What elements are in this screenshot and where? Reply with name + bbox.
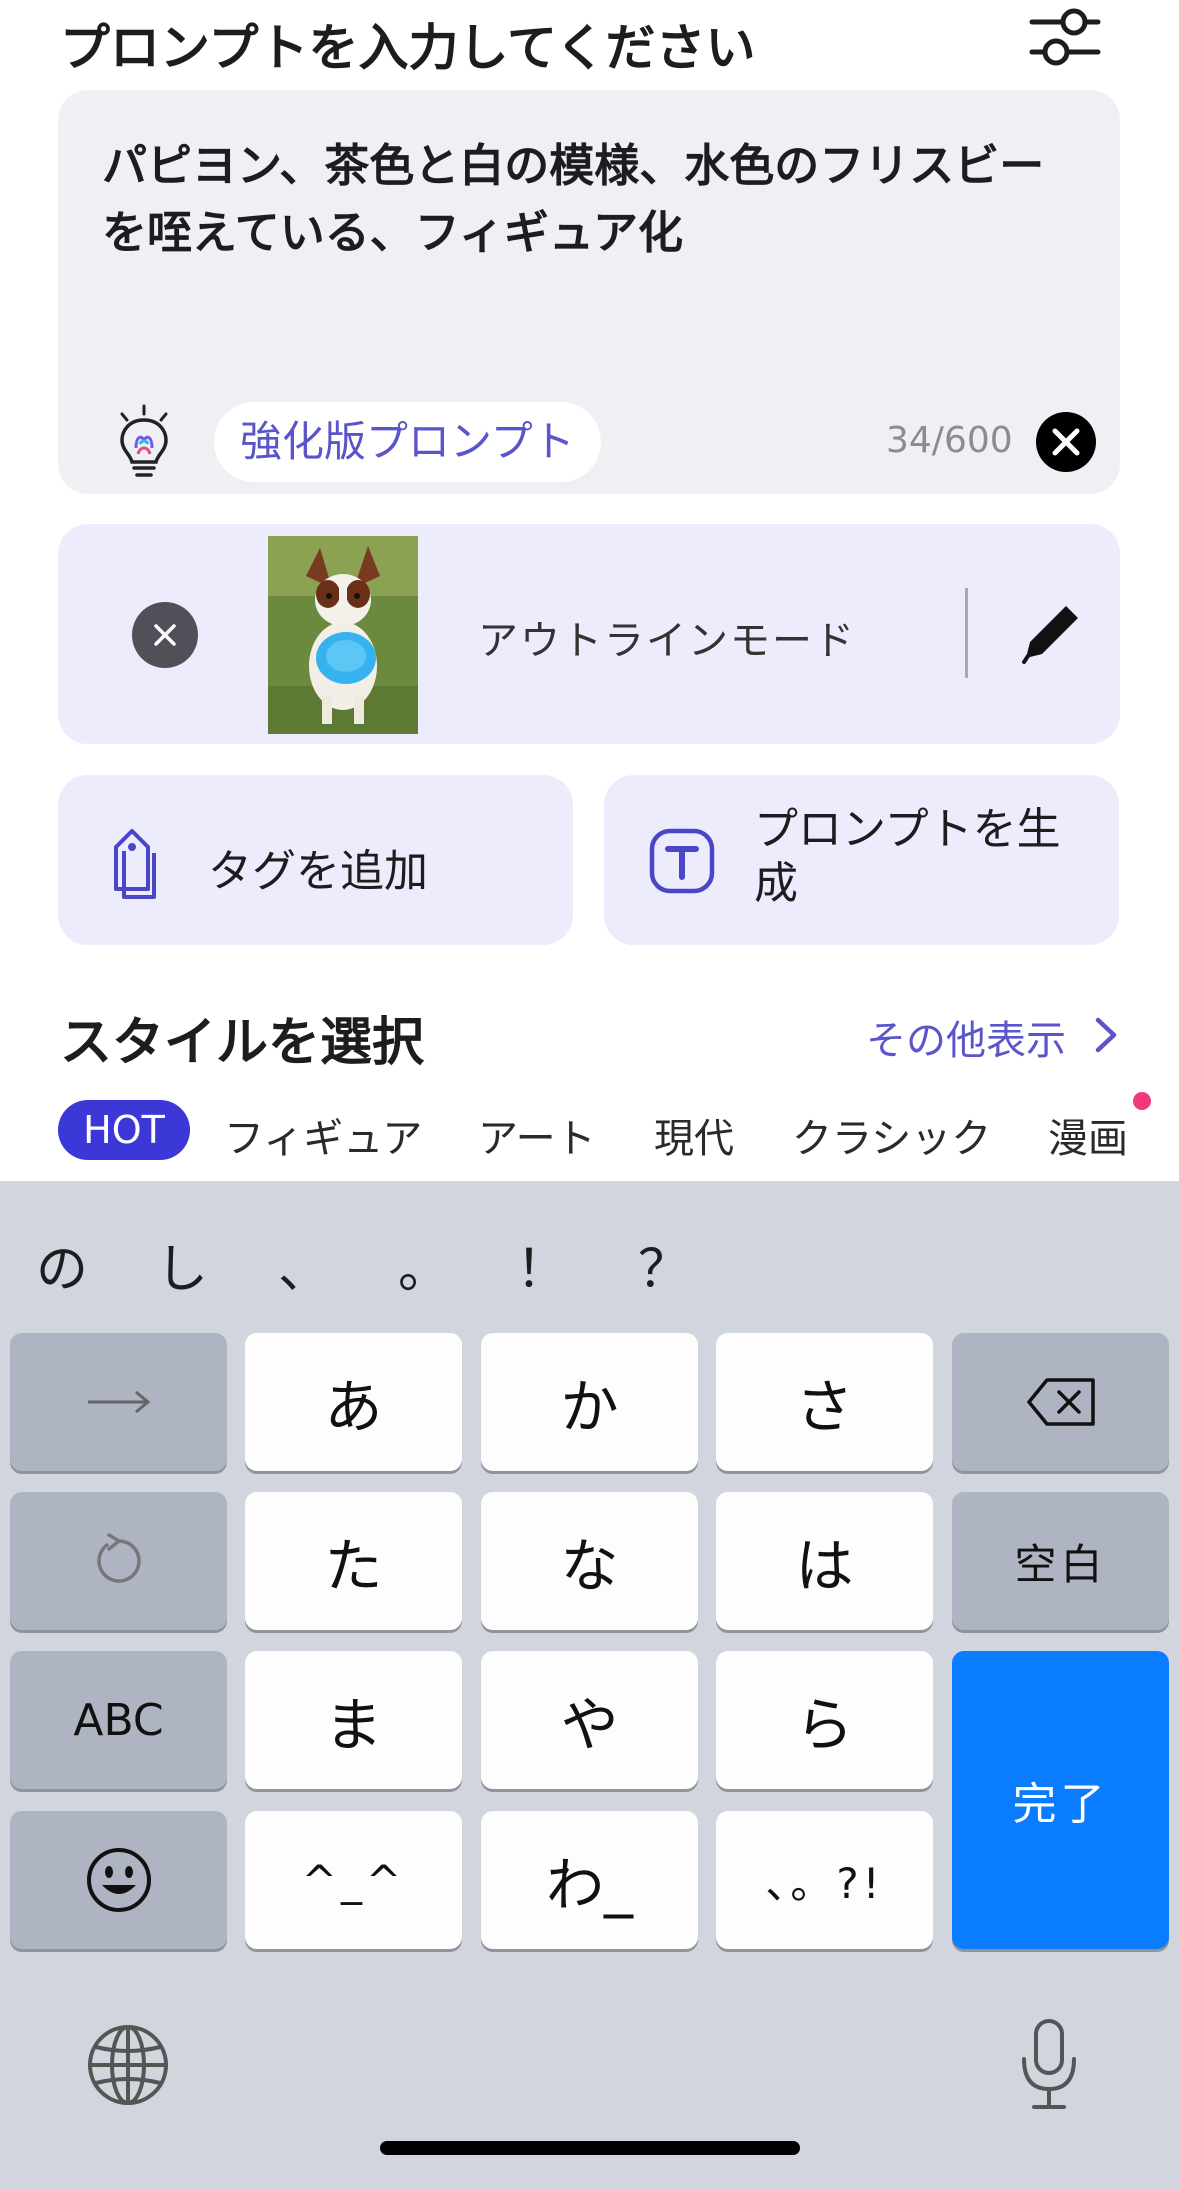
candidate-comma[interactable]: 、 <box>278 1227 330 1302</box>
backspace-icon <box>1026 1378 1095 1426</box>
space-key[interactable]: 空白 <box>952 1492 1169 1630</box>
abc-key[interactable]: ABC <box>10 1651 227 1789</box>
new-badge-dot <box>1133 1092 1151 1110</box>
char-counter: 34/600 <box>886 420 1013 461</box>
close-icon <box>1052 428 1080 456</box>
key-wa[interactable]: わ_ <box>481 1811 698 1949</box>
outline-mode-label: アウトラインモード <box>478 618 856 664</box>
page-title: プロンプトを入力してください <box>60 19 756 77</box>
key-ha[interactable]: は <box>716 1492 933 1630</box>
tab-manga[interactable]: 漫画 <box>1048 1106 1128 1164</box>
backspace-key[interactable] <box>952 1333 1169 1471</box>
key-ta[interactable]: た <box>245 1492 462 1630</box>
undo-key[interactable] <box>10 1492 227 1630</box>
done-key[interactable]: 完了 <box>952 1651 1169 1949</box>
emoji-icon <box>86 1848 151 1912</box>
reference-thumbnail[interactable] <box>268 536 418 734</box>
prompt-input-card[interactable]: パピヨン、茶色と白の模様、水色のフリスビーを咥えている、フィギュア化 強化版プロ… <box>58 90 1120 494</box>
remove-image-button[interactable] <box>132 602 198 668</box>
japanese-keyboard: の し 、 。 ！ ？ あ か さ た な は 空白 ABC ま や ら 完了 <box>0 1181 1179 2189</box>
chevron-right-icon[interactable] <box>1092 1014 1120 1056</box>
microphone-icon[interactable] <box>1016 2017 1082 2113</box>
home-indicator <box>380 2141 800 2155</box>
add-tag-button[interactable]: タグを追加 <box>58 775 573 945</box>
candidate-no[interactable]: の <box>36 1227 88 1302</box>
key-punctuation[interactable]: 、。?! <box>716 1811 933 1949</box>
clear-text-button[interactable] <box>1036 412 1096 472</box>
globe-icon[interactable] <box>86 2023 170 2107</box>
tag-icon <box>102 823 170 899</box>
tab-art[interactable]: アート <box>478 1106 596 1164</box>
close-icon <box>154 624 176 646</box>
generate-prompt-button[interactable]: プロンプトを生成 <box>604 775 1119 945</box>
candidate-shi[interactable]: し <box>156 1227 208 1302</box>
emoji-key[interactable] <box>10 1811 227 1949</box>
prompt-textarea[interactable]: パピヨン、茶色と白の模様、水色のフリスビーを咥えている、フィギュア化 <box>102 132 1082 266</box>
reference-image-card: アウトラインモード <box>58 524 1120 744</box>
divider <box>965 588 968 678</box>
text-t-icon <box>648 827 716 895</box>
lightbulb-icon[interactable] <box>110 404 178 480</box>
tab-classic[interactable]: クラシック <box>792 1106 991 1164</box>
add-tag-label: タグを追加 <box>208 846 428 897</box>
style-section-title: スタイルを選択 <box>60 1013 425 1073</box>
key-sa[interactable]: さ <box>716 1333 933 1471</box>
enhance-prompt-button[interactable]: 強化版プロンプト <box>214 402 601 482</box>
pen-icon[interactable] <box>1014 598 1086 670</box>
settings-sliders-icon[interactable] <box>1028 4 1102 70</box>
arrow-right-icon <box>87 1390 150 1414</box>
key-ra[interactable]: ら <box>716 1651 933 1789</box>
next-candidate-key[interactable] <box>10 1333 227 1471</box>
tab-hot[interactable]: HOT <box>58 1100 190 1160</box>
tab-modern[interactable]: 現代 <box>654 1106 734 1164</box>
undo-icon <box>96 1533 141 1583</box>
candidate-exclaim[interactable]: ！ <box>516 1227 568 1302</box>
tab-figure[interactable]: フィギュア <box>224 1106 422 1164</box>
candidate-question[interactable]: ？ <box>638 1227 690 1302</box>
key-a[interactable]: あ <box>245 1333 462 1471</box>
key-ya[interactable]: や <box>481 1651 698 1789</box>
generate-prompt-label: プロンプトを生成 <box>754 804 1061 909</box>
key-ma[interactable]: ま <box>245 1651 462 1789</box>
key-na[interactable]: な <box>481 1492 698 1630</box>
show-more-link[interactable]: その他表示 <box>866 1008 1066 1066</box>
key-kaomoji[interactable]: ^_^ <box>245 1811 462 1949</box>
candidate-period[interactable]: 。 <box>398 1227 450 1302</box>
key-ka[interactable]: か <box>481 1333 698 1471</box>
